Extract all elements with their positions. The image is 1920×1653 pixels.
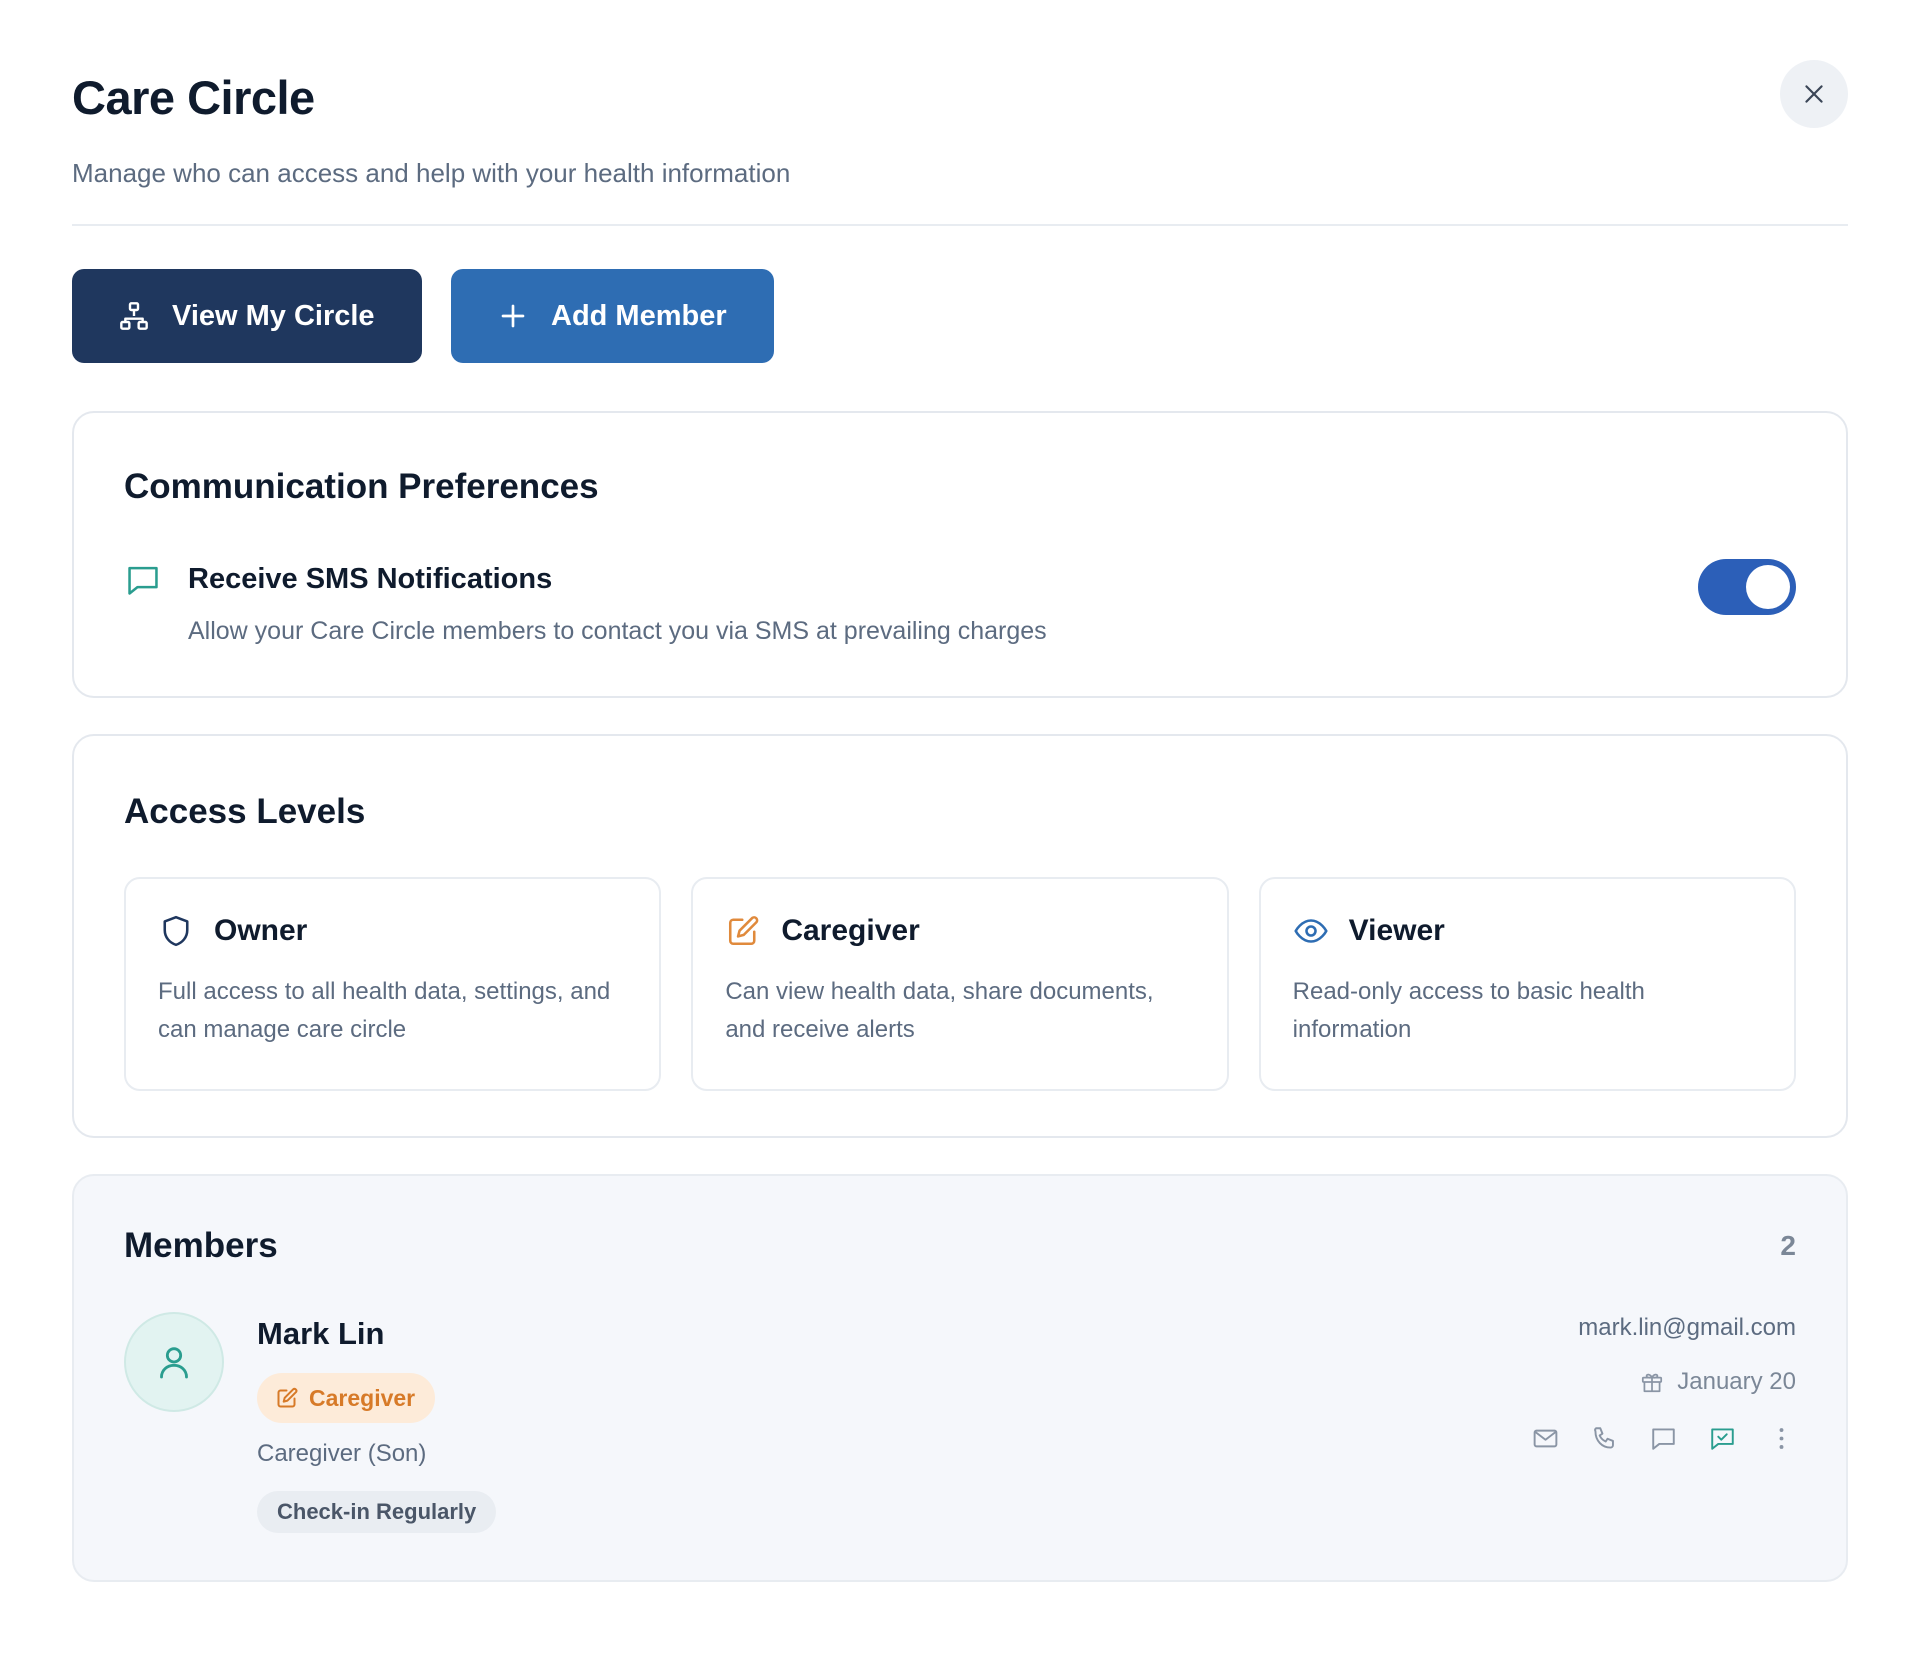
access-level-name: Viewer [1348,914,1445,947]
communication-preferences-title: Communication Preferences [124,467,599,506]
gift-icon [1639,1369,1665,1395]
members-count: 2 [1780,1230,1796,1261]
add-member-label: Add Member [551,299,727,332]
action-bar: View My Circle Add Member [72,269,1848,363]
sms-notifications-toggle[interactable] [1698,559,1796,615]
network-icon [118,300,150,332]
header-divider [72,224,1848,226]
shield-icon [158,913,194,949]
view-my-circle-button[interactable]: View My Circle [72,269,422,363]
care-circle-page: Care Circle Manage who can access and he… [0,0,1920,1653]
role-badge-label: Caregiver [309,1384,416,1411]
access-levels-card: Access Levels Owner Full access to all h… [72,734,1848,1138]
eye-icon [1293,913,1329,949]
member-birthday-label: January 20 [1677,1368,1796,1395]
close-button[interactable] [1780,60,1848,128]
close-icon [1805,85,1823,103]
member-birthday: January 20 [1639,1368,1796,1396]
access-level-viewer: Viewer Read-only access to basic health … [1258,877,1796,1091]
members-title: Members [124,1226,278,1265]
phone-icon[interactable] [1590,1424,1619,1453]
toggle-knob [1746,565,1790,609]
mail-icon[interactable] [1531,1424,1560,1453]
edit-icon [275,1386,299,1410]
member-email: mark.lin@gmail.com [1578,1314,1796,1341]
plus-icon [497,300,529,332]
communication-preferences-card: Communication Preferences Receive SMS No… [72,411,1848,698]
access-levels-title: Access Levels [124,792,366,831]
page-header: Care Circle Manage who can access and he… [72,0,1848,190]
access-level-description: Can view health data, share documents, a… [725,978,1154,1043]
edit-icon [725,913,761,949]
member-actions [1531,1424,1796,1453]
message-icon[interactable] [1649,1424,1678,1453]
page-title: Care Circle [72,71,315,124]
check-in-preference-chip: Check-in Regularly [257,1491,497,1533]
access-level-caregiver: Caregiver Can view health data, share do… [691,877,1229,1091]
view-my-circle-label: View My Circle [172,299,375,332]
access-level-description: Full access to all health data, settings… [158,978,611,1043]
page-subtitle: Manage who can access and help with your… [72,158,791,188]
sms-notifications-description: Allow your Care Circle members to contac… [188,617,1047,645]
more-options-icon[interactable] [1767,1424,1796,1453]
add-member-button[interactable]: Add Member [451,269,774,363]
user-icon [160,1347,188,1379]
role-badge: Caregiver [257,1373,436,1423]
sms-notifications-title: Receive SMS Notifications [188,563,553,595]
access-level-owner: Owner Full access to all health data, se… [124,877,662,1091]
avatar [124,1312,224,1412]
access-level-description: Read-only access to basic health informa… [1292,978,1645,1043]
member-name[interactable]: Mark Lin [257,1316,384,1352]
members-card: Members 2 Mark Lin Caregiver Caregiver (… [72,1174,1848,1582]
access-level-name: Owner [214,914,308,947]
message-icon [124,561,162,599]
member-relation: Caregiver (Son) [257,1440,427,1467]
message-check-icon[interactable] [1708,1424,1737,1453]
access-level-name: Caregiver [781,914,920,947]
access-levels-list: Owner Full access to all health data, se… [124,877,1796,1091]
